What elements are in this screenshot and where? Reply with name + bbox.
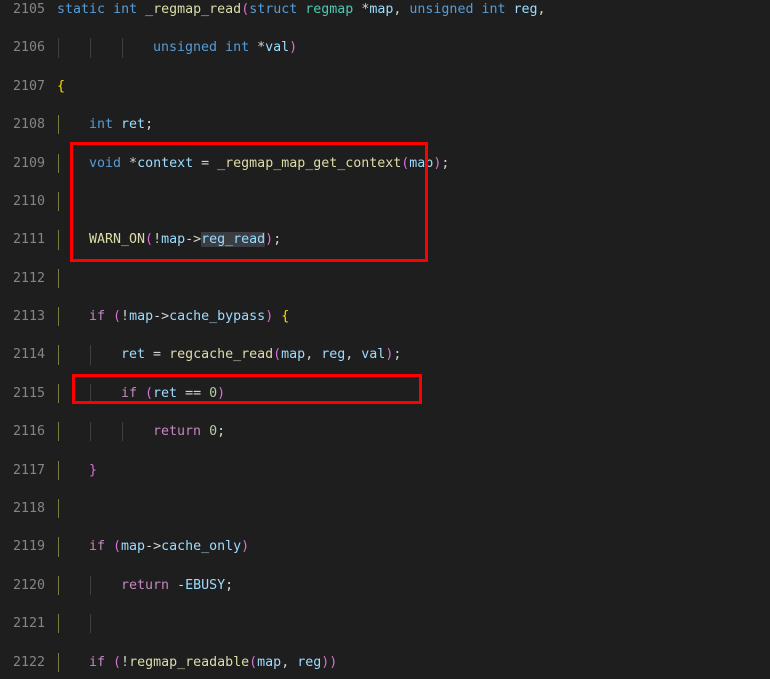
code-line[interactable]: 2106 unsigned int *val) [0,38,770,58]
line-content: unsigned int *val) [153,40,298,56]
bracket-guide [58,652,59,672]
line-number: 2121 [12,616,45,632]
line-content: ret = regcache_read(map, reg, val); [121,347,402,363]
line-content: { [57,78,66,94]
code-line[interactable]: 2113 if (!map->cache_bypass) { [0,307,770,327]
code-line[interactable]: 2114 ret = regcache_read(map, reg, val); [0,345,770,365]
bracket-guide [58,537,59,557]
code-line[interactable]: 2110 [0,191,770,212]
line-content: } [89,462,98,478]
line-number: 2107 [12,78,45,94]
code-line[interactable]: 2108 int ret; [0,115,770,135]
indent-guide [90,575,91,595]
bracket-guide [58,307,59,327]
line-content: int ret; [89,117,154,133]
line-number: 2111 [12,232,45,248]
bracket-guide [58,153,59,173]
code-line[interactable]: 2118 [0,499,770,519]
bracket-guide [58,268,59,288]
bracket-guide [58,383,59,404]
line-content: WARN_ON(!map->reg_read); [89,232,282,248]
indent-guide [58,38,59,58]
bracket-guide [58,115,59,135]
bracket-guide [58,422,59,442]
indent-guide [90,345,91,365]
line-number: 2106 [12,40,45,56]
code-line[interactable]: 2120 return -EBUSY; [0,575,770,595]
code-line[interactable]: 2117 } [0,460,770,480]
code-line[interactable]: 2107 { [0,77,770,96]
line-number: 2109 [12,155,45,171]
code-line[interactable]: 2112 [0,268,770,288]
bracket-guide [58,460,59,480]
line-number: 2116 [12,424,45,440]
line-content: if (!map->cache_bypass) { [89,309,290,325]
indent-guide [90,422,91,442]
bracket-guide [58,499,59,519]
indent-guide [90,38,91,58]
code-line[interactable]: 2116 return 0; [0,422,770,442]
bracket-guide [58,575,59,595]
line-number: 2110 [12,193,45,209]
line-number: 2122 [12,654,45,670]
indent-guide [90,383,91,404]
code-line[interactable]: 2111 WARN_ON(!map->reg_read); [0,230,770,250]
code-line[interactable]: 2121 [0,614,770,634]
line-content: return -EBUSY; [121,577,234,593]
line-number: 2114 [12,347,45,363]
indent-guide [90,614,91,634]
line-number: 2115 [12,385,45,401]
line-number: 2105 [12,2,45,17]
line-content: static int _regmap_read(struct regmap *m… [57,2,546,17]
line-number: 2119 [12,539,45,555]
code-editor[interactable]: 2105 static int _regmap_read(struct regm… [0,0,770,679]
line-content: return 0; [153,424,226,440]
line-content: if (map->cache_only) [89,539,250,555]
line-number: 2117 [12,462,45,478]
line-number: 2108 [12,117,45,133]
line-number: 2120 [12,577,45,593]
line-number: 2112 [12,270,45,286]
bracket-guide [58,345,59,365]
indent-guide [122,422,123,442]
code-line[interactable]: 2105 static int _regmap_read(struct regm… [0,0,770,19]
code-line[interactable]: 2109 void *context = _regmap_map_get_con… [0,153,770,173]
bracket-guide [58,614,59,634]
line-content: void *context = _regmap_map_get_context(… [89,155,450,171]
line-content: if (ret == 0) [121,385,226,401]
code-line[interactable]: 2122 if (!regmap_readable(map, reg)) [0,652,770,672]
line-number: 2113 [12,309,45,325]
code-line[interactable]: 2119 if (map->cache_only) [0,537,770,557]
line-number: 2118 [12,501,45,517]
code-line[interactable]: 2115 if (ret == 0) [0,383,770,404]
occurrence-highlight: reg_read [201,232,266,248]
indent-guide [122,38,123,58]
bracket-guide [58,191,59,212]
line-content: if (!regmap_readable(map, reg)) [89,654,338,670]
bracket-guide [58,230,59,250]
